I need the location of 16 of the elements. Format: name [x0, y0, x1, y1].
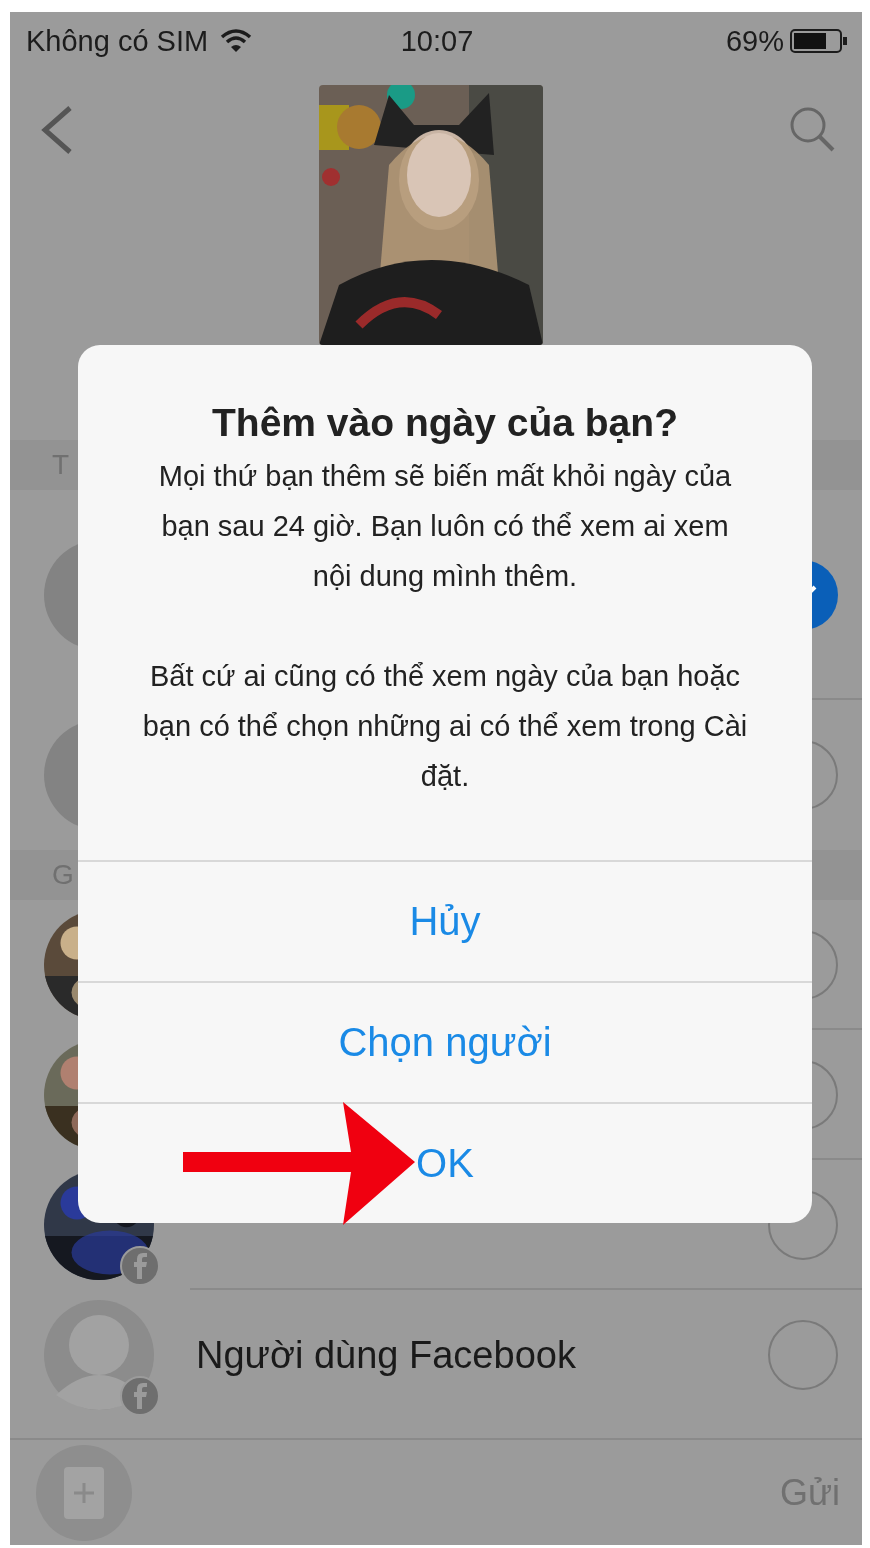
- radio-button[interactable]: [768, 1320, 838, 1390]
- contact-name: Người dùng Facebook: [196, 1333, 577, 1377]
- dialog-message: Bất cứ ai cũng có thể xem ngày của bạn hoặc bạn có thể chọn những ai có thể xem trong Cài đặt.: [141, 658, 749, 794]
- cancel-button[interactable]: Hủy: [78, 860, 812, 981]
- back-icon[interactable]: [40, 105, 74, 155]
- clock-text: 10:07: [400, 24, 474, 58]
- carrier-text: Không có SIM: [26, 24, 209, 58]
- dialog-title: Thêm vào ngày của bạn?: [211, 400, 679, 446]
- dialog-message: Mọi thứ bạn thêm sẽ biến mất khỏi ngày của bạn sau 24 giờ. Bạn luôn có thể xem ai xem nội dung mình thêm.: [157, 458, 733, 594]
- plus-icon: [64, 1466, 104, 1519]
- battery-text: 69%: [725, 24, 784, 58]
- search-icon[interactable]: [788, 105, 836, 153]
- wifi-icon: [220, 29, 253, 53]
- choose-people-button[interactable]: Chọn người: [78, 981, 812, 1102]
- battery-icon: [790, 29, 848, 53]
- avatar-icon: [44, 1300, 154, 1410]
